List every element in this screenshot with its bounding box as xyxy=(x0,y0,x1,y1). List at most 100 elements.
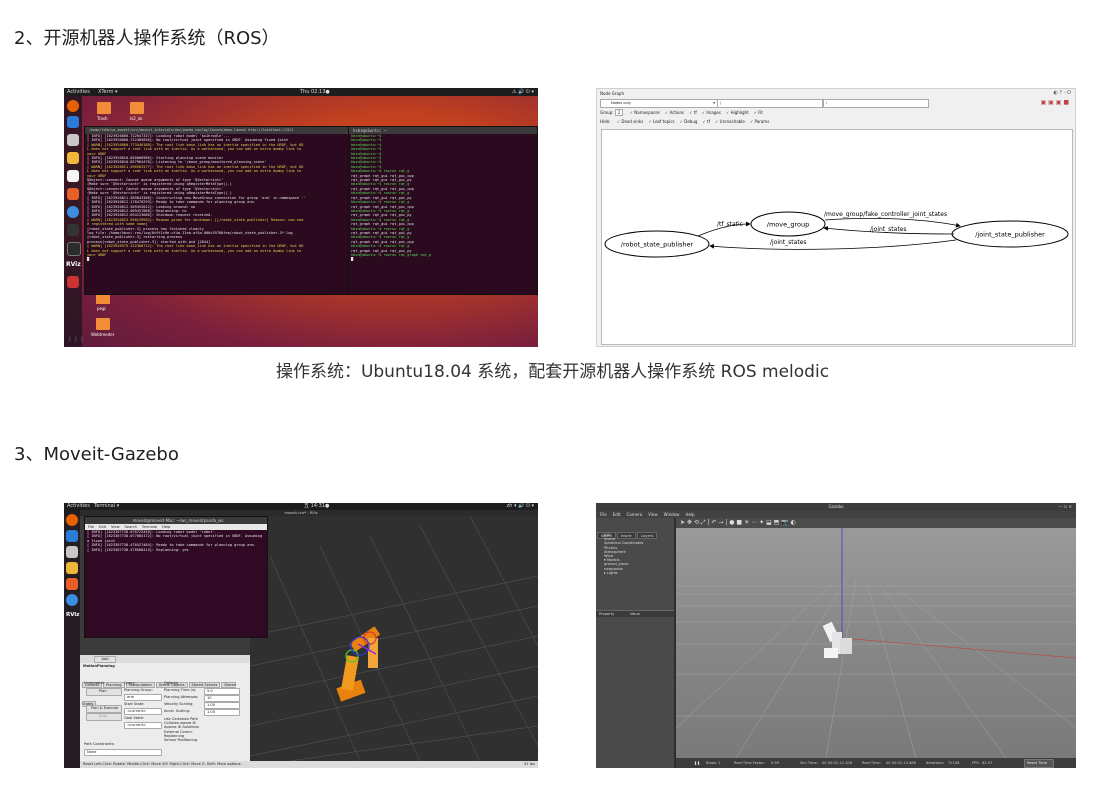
rqt-icon[interactable] xyxy=(67,276,79,288)
folder-desktop-icon[interactable] xyxy=(130,102,144,114)
left-terminal-window[interactable]: /home/lshb/ws_moveit/src/moveit_tutorial… xyxy=(84,126,350,295)
libreoffice-writer-icon[interactable] xyxy=(67,170,79,182)
namespace-filter-input[interactable]: / xyxy=(717,99,823,108)
stop-button[interactable]: Stop xyxy=(86,713,122,721)
graph-option-checkbox[interactable]: ✓ tf xyxy=(689,110,697,115)
right-terminal-window[interactable]: hsbz@ubuntu: ~ hbzn@ubuntu:~$ hbzn@ubuntu… xyxy=(348,126,538,295)
graph-type-select[interactable]: Nodes only ▾ xyxy=(600,99,718,108)
goal-state-select[interactable]: <current> xyxy=(124,722,162,729)
graph-canvas[interactable]: /move_group /joint_state_publisher /robo… xyxy=(601,129,1073,345)
help-icon[interactable] xyxy=(66,594,78,606)
terminal-menu-item[interactable]: Edit xyxy=(99,525,106,529)
node-graph-title: Node Graph xyxy=(600,91,624,96)
files-icon[interactable] xyxy=(66,546,78,558)
group-spinbox[interactable]: 2 xyxy=(614,109,624,116)
moveit-active-app[interactable]: Terminal ▾ xyxy=(94,503,119,510)
plan-button[interactable]: Plan xyxy=(86,688,122,696)
planning-option-checkbox[interactable]: Sensor Positioning xyxy=(164,738,199,742)
rhythmbox-icon[interactable] xyxy=(66,562,78,574)
trash-desktop-icon[interactable] xyxy=(97,102,111,114)
world-tree-item[interactable]: ▸ Lights xyxy=(604,571,643,575)
pause-button[interactable]: ❚❚ xyxy=(694,761,700,765)
terminal-menu-item[interactable]: View xyxy=(111,525,120,529)
ros-graph: /move_group /joint_state_publisher /robo… xyxy=(604,211,1069,258)
firefox-icon[interactable] xyxy=(67,100,79,112)
gazebo-3d-view[interactable] xyxy=(675,528,1076,759)
gazebo-window-controls[interactable]: — ☐ ✕ xyxy=(1059,504,1072,509)
planning-group-select[interactable]: arm xyxy=(124,694,162,701)
moveit-top-bar: Activities Terminal ▾ 五 14:31● zh ▾ 🔊 ⏻ … xyxy=(64,503,538,510)
rviz-3d-view[interactable] xyxy=(249,515,538,762)
steps-value[interactable]: 1 xyxy=(718,761,720,765)
topic-filter-input[interactable]: / xyxy=(823,99,929,108)
system-tray-icons[interactable]: ⚠ 🔊 ⏻ ▾ xyxy=(512,88,534,96)
active-app-label[interactable]: XTerm ▾ xyxy=(98,88,118,96)
rviz-status-bar: Reset Left-Click: Rotate. Middle-Click: … xyxy=(80,761,538,768)
software-center-icon[interactable] xyxy=(67,188,79,200)
accel-scaling-input[interactable]: 1.00 xyxy=(204,709,240,716)
velocity-scaling-input[interactable]: 1.00 xyxy=(204,702,240,709)
software-center-icon[interactable] xyxy=(66,578,78,590)
graph-option-checkbox[interactable]: ✓ Namespaces xyxy=(630,110,660,115)
help-icon[interactable] xyxy=(67,206,79,218)
plan-execute-button[interactable]: Plan & Execute xyxy=(86,705,122,713)
hide-option-checkbox[interactable]: ✓ Debug xyxy=(680,119,698,124)
right-terminal-output[interactable]: hbzn@ubuntu:~$ hbzn@ubuntu:~$ hbzn@ubuntu:… xyxy=(349,134,537,262)
files-icon[interactable] xyxy=(67,134,79,146)
terminal-menu-item[interactable]: Terminal xyxy=(142,525,157,529)
thunderbird-icon[interactable] xyxy=(66,530,78,542)
app-grid-icon[interactable]: ⋮⋮⋮ xyxy=(67,336,85,343)
iterations-label: Iterations: xyxy=(926,761,945,765)
rviz-dock-label[interactable]: RViz xyxy=(66,612,79,618)
terminal-icon[interactable] xyxy=(67,224,79,236)
clock-label[interactable]: Thu 02:13● xyxy=(300,88,330,96)
moveit-tray-icons[interactable]: zh ▾ 🔊 ⏻ ▾ xyxy=(507,503,534,510)
reset-time-button[interactable]: Reset Time xyxy=(1024,759,1054,768)
rviz-dock-label[interactable]: RViz xyxy=(66,261,81,268)
rhythmbox-icon[interactable] xyxy=(67,152,79,164)
terminal-menu-item[interactable]: Help xyxy=(162,525,170,529)
commands-heading: Commands xyxy=(84,681,105,685)
world-tree-item[interactable]: Spherical Coordinates xyxy=(604,541,643,545)
moveit-terminal-window[interactable]: moveit@moveit-Mac: ~/ws_moveit/panda_ws … xyxy=(84,516,268,638)
gazebo-menu-item[interactable]: Edit xyxy=(613,512,621,517)
toolbar-icons[interactable]: ▣ ▣ ▣ ■ xyxy=(1041,99,1069,106)
hide-option-checkbox[interactable]: ✓ tf xyxy=(702,119,710,124)
path-constraints-select[interactable]: None xyxy=(84,749,162,756)
gazebo-toolbar[interactable]: ➤ ✥ ⟲ ⤢ | ↶ → | ● ■ ☀ ⋯ ✦ ⬓ ⬒ 📷 ◐ xyxy=(676,518,1076,528)
graph-option-checkbox[interactable]: ✓ Images xyxy=(702,110,721,115)
window-controls[interactable]: ◐ ? - O xyxy=(1053,90,1071,96)
hide-option-checkbox[interactable]: ✓ Leaf topics xyxy=(648,119,674,124)
moveit-activities[interactable]: Activities xyxy=(67,503,90,510)
add-display-button[interactable]: Add xyxy=(94,656,116,663)
topic-filter-value: / xyxy=(826,101,828,105)
moveit-clock[interactable]: 五 14:31● xyxy=(304,503,329,510)
gazebo-menu-item[interactable]: Window xyxy=(664,512,680,517)
planning-attempts-input[interactable]: 10 xyxy=(204,695,240,702)
start-state-select[interactable]: <current> xyxy=(124,708,162,715)
left-terminal-output[interactable]: [ INFO] [1623926860.722047337]: Loading … xyxy=(85,134,349,262)
terminal-menu-item[interactable]: Search xyxy=(125,525,137,529)
thunderbird-icon[interactable] xyxy=(67,116,79,128)
graph-option-checkbox[interactable]: ✓ Fit xyxy=(754,110,763,115)
hide-option-checkbox[interactable]: ✓ Params xyxy=(750,119,769,124)
activities-label[interactable]: Activities xyxy=(67,88,90,96)
robot-arm[interactable] xyxy=(336,626,381,702)
robot-arm-model[interactable] xyxy=(822,621,852,658)
folder-desktop-icon-3[interactable] xyxy=(96,318,110,330)
planning-option-checkbox[interactable]: Approx IK Solutions xyxy=(164,725,199,729)
xterm-icon[interactable] xyxy=(67,242,81,256)
graph-option-checkbox[interactable]: ✓ Highlight xyxy=(726,110,749,115)
moveit-terminal-output[interactable]: [ INFO] [1623307738.076723450]: Loading … xyxy=(85,530,267,552)
gazebo-menu-item[interactable]: View xyxy=(648,512,658,517)
planning-time-input[interactable]: 5.0 xyxy=(204,688,240,695)
hide-option-checkbox[interactable]: ✓ Unreachable xyxy=(715,119,745,124)
gazebo-menu-item[interactable]: Help xyxy=(685,512,694,517)
gazebo-menu-item[interactable]: File xyxy=(600,512,607,517)
gazebo-menu-item[interactable]: Camera xyxy=(626,512,642,517)
hide-option-checkbox[interactable]: ✓ Dead sinks xyxy=(617,119,644,124)
terminal-menu-item[interactable]: File xyxy=(88,525,94,529)
graph-option-checkbox[interactable]: ✓ Actions xyxy=(665,110,684,115)
firefox-icon[interactable] xyxy=(66,514,78,526)
terminal-line: █ xyxy=(351,257,354,262)
